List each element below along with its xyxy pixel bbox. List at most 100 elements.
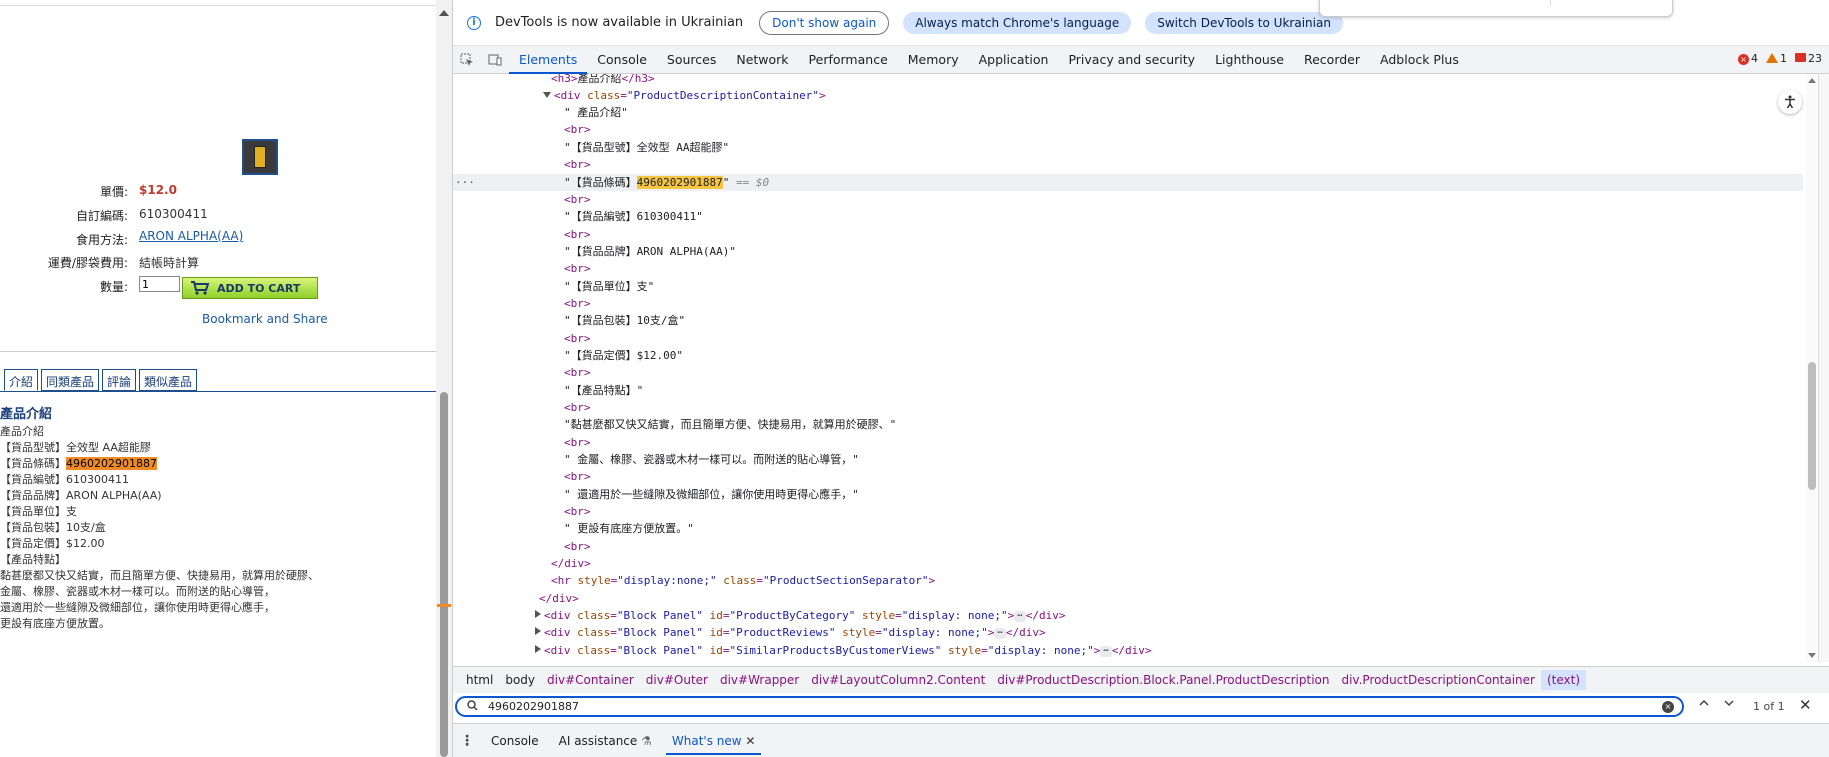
dom-node[interactable]: <div class="Block Panel" id="ProductRevi… (453, 624, 1803, 641)
dom-search-box[interactable]: × (455, 696, 1684, 717)
dom-text-node[interactable]: "【貨品型號】全效型 AA超能膠" (453, 139, 1803, 156)
dom-node[interactable]: <br> (453, 330, 1803, 347)
tab-sources[interactable]: Sources (657, 46, 726, 74)
dom-node[interactable]: <div class="Block Panel" id="ProductByCa… (453, 607, 1803, 624)
dom-text-node[interactable]: "【產品特點】" (453, 382, 1803, 399)
issue-counters[interactable]: × 4 1 23 (1738, 52, 1822, 65)
tab-network[interactable]: Network (726, 46, 798, 74)
tab-recorder[interactable]: Recorder (1294, 46, 1370, 74)
dom-text-node[interactable]: "【貨品單位】支" (453, 278, 1803, 295)
drawer-menu-icon[interactable]: ⋮ (453, 733, 481, 749)
crumb-body[interactable]: body (499, 670, 541, 690)
dom-node[interactable]: <br> (453, 226, 1803, 243)
switch-to-ukrainian-button[interactable]: Switch DevTools to Ukrainian (1145, 11, 1343, 34)
page-scrollbar-thumb[interactable] (440, 392, 448, 757)
dom-node[interactable]: </div> (453, 590, 1803, 607)
page-scrollbar[interactable] (436, 0, 452, 757)
drawer-tab-ai-assistance[interactable]: AI assistance ⚗ (549, 727, 662, 755)
dom-node[interactable]: <br> (453, 295, 1803, 312)
product-thumbnail[interactable] (242, 139, 278, 175)
dom-node[interactable]: <div class="Block Panel" id="SimilarProd… (453, 642, 1803, 659)
always-match-language-button[interactable]: Always match Chrome's language (903, 11, 1132, 34)
dom-node[interactable]: <br> (453, 503, 1803, 520)
scroll-up-icon[interactable] (1808, 78, 1816, 83)
usage-link[interactable]: ARON ALPHA(AA) (139, 229, 243, 243)
error-count[interactable]: × 4 (1738, 52, 1758, 65)
dom-node[interactable]: <hr style="display:none;" class="Product… (453, 572, 1803, 589)
dom-tree-scrollbar[interactable] (1806, 74, 1818, 662)
dom-text-node[interactable]: "【貨品包裝】10支/盒" (453, 312, 1803, 329)
tab-same-category[interactable]: 同類產品 (41, 369, 100, 391)
dom-text-node[interactable]: "【貨品品牌】ARON ALPHA(AA)" (453, 243, 1803, 260)
expand-triangle-icon[interactable] (543, 92, 551, 98)
next-match-icon[interactable] (1723, 697, 1735, 713)
bookmark-and-share-link[interactable]: Bookmark and Share (202, 312, 328, 326)
crumb-wrapper[interactable]: div#Wrapper (714, 670, 805, 690)
drawer-tab-whats-new[interactable]: What's new ✕ (662, 727, 766, 755)
tab-similar[interactable]: 類似產品 (139, 369, 198, 391)
dom-node[interactable]: <br> (453, 468, 1803, 485)
dom-text-node[interactable]: "【貨品編號】610300411" (453, 208, 1803, 225)
dom-node[interactable]: <br> (453, 191, 1803, 208)
crumb-container[interactable]: div#Container (541, 670, 640, 690)
expand-ellipsis-button[interactable]: ⋯ (1014, 611, 1026, 622)
dont-show-again-button[interactable]: Don't show again (759, 10, 890, 35)
tab-performance[interactable]: Performance (799, 46, 898, 74)
device-toolbar-icon[interactable] (481, 46, 509, 74)
inspect-element-icon[interactable] (453, 46, 481, 74)
tab-lighthouse[interactable]: Lighthouse (1205, 46, 1294, 74)
close-search-icon[interactable]: ✕ (1799, 696, 1812, 714)
tab-application[interactable]: Application (969, 46, 1059, 74)
crumb-description-container[interactable]: div.ProductDescriptionContainer (1335, 670, 1540, 690)
dom-text-node[interactable]: "黏甚麼都又快又結實，而且簡單方便、快捷易用，就算用於硬膠、" (453, 416, 1803, 433)
tab-console[interactable]: Console (587, 46, 657, 74)
dom-tree[interactable]: <h3>產品介紹</h3> <div class="ProductDescrip… (453, 74, 1813, 662)
tab-reviews[interactable]: 評論 (102, 369, 137, 391)
expand-ellipsis-button[interactable]: ⋯ (1100, 646, 1112, 657)
collapse-triangle-icon[interactable] (535, 627, 541, 635)
dom-node[interactable]: <br> (453, 156, 1803, 173)
dom-node[interactable]: <br> (453, 538, 1803, 555)
tab-intro[interactable]: 介紹 (4, 369, 39, 391)
add-to-cart-button[interactable]: ADD TO CART (182, 277, 318, 299)
dom-node[interactable]: <br> (453, 399, 1803, 416)
collapse-triangle-icon[interactable] (535, 645, 541, 653)
tab-memory[interactable]: Memory (898, 46, 969, 74)
crumb-html[interactable]: html (460, 670, 499, 690)
resize-handle[interactable] (437, 604, 451, 607)
previous-match-icon[interactable] (1698, 697, 1710, 713)
dom-selected-text-node[interactable]: ··· "【貨品條碼】4960202901887" == $0 (453, 174, 1803, 191)
crumb-layout-column[interactable]: div#LayoutColumn2.Content (805, 670, 991, 690)
drawer-tab-console[interactable]: Console (481, 727, 549, 755)
expand-ellipsis-button[interactable]: ⋯ (994, 628, 1006, 639)
dom-node[interactable]: </div> (453, 555, 1803, 572)
collapse-triangle-icon[interactable] (535, 610, 541, 618)
warning-count[interactable]: 1 (1766, 52, 1787, 65)
tab-privacy-security[interactable]: Privacy and security (1058, 46, 1205, 74)
dom-node[interactable]: <br> (453, 121, 1803, 138)
dom-node[interactable]: <br> (453, 434, 1803, 451)
dom-node[interactable]: <br> (453, 364, 1803, 381)
clear-search-icon[interactable]: × (1662, 701, 1674, 713)
crumb-text[interactable]: (text) (1540, 670, 1587, 690)
dom-text-node[interactable]: "【貨品定價】$12.00" (453, 347, 1803, 364)
qty-input[interactable] (139, 276, 180, 292)
dom-search-input[interactable] (488, 700, 1638, 713)
crumb-product-description[interactable]: div#ProductDescription.Block.Panel.Produ… (991, 670, 1335, 690)
close-tab-icon[interactable]: ✕ (745, 734, 755, 748)
tab-elements[interactable]: Elements (509, 46, 588, 74)
dom-node[interactable]: <br> (453, 260, 1803, 277)
dom-node[interactable]: <h3>產品介紹</h3> (453, 74, 1803, 87)
accessibility-icon[interactable] (1778, 90, 1802, 114)
message-count[interactable]: 23 (1795, 52, 1822, 65)
dom-text-node[interactable]: " 金屬、橡膠、瓷器或木材一樣可以。而附送的貼心導管，" (453, 451, 1803, 468)
dom-node[interactable]: <div class="ProductDescriptionContainer"… (453, 87, 1803, 104)
dom-tree-scrollbar-thumb[interactable] (1808, 362, 1816, 490)
more-options-icon[interactable]: ··· (455, 174, 475, 191)
crumb-outer[interactable]: div#Outer (640, 670, 714, 690)
scroll-down-icon[interactable] (1808, 653, 1816, 658)
dom-text-node[interactable]: " 還適用於一些縫隙及微細部位，讓你使用時更得心應手，" (453, 486, 1803, 503)
tab-adblock-plus[interactable]: Adblock Plus (1370, 46, 1469, 74)
dom-text-node[interactable]: " 更設有底座方便放置。" (453, 520, 1803, 537)
scroll-up-icon[interactable] (439, 10, 449, 16)
